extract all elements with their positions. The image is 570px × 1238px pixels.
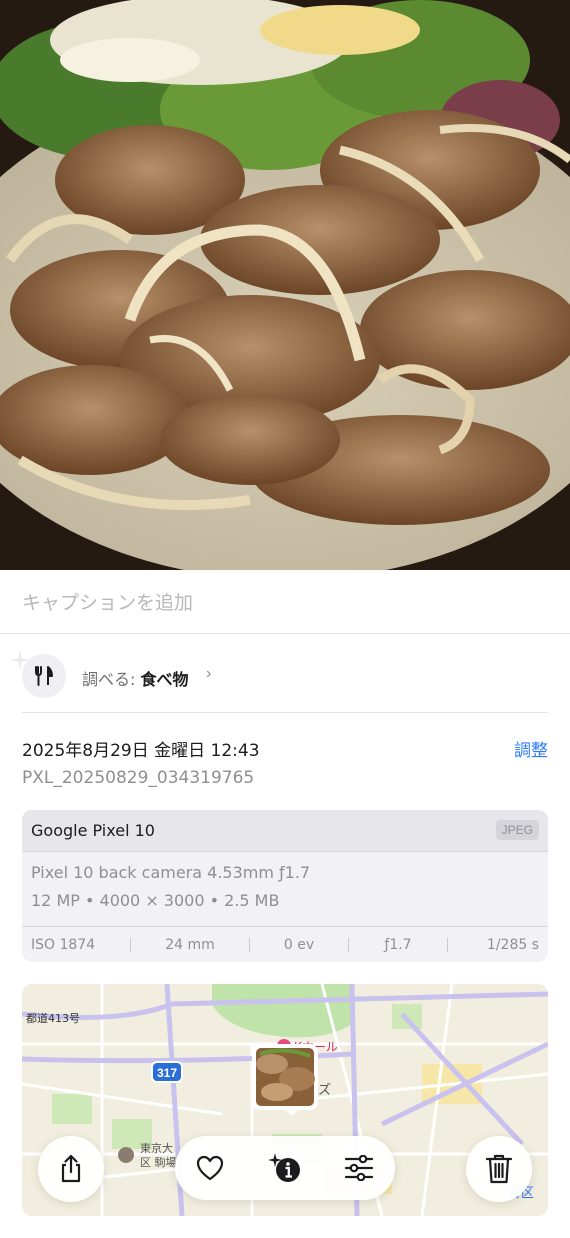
capture-datetime: 2025年8月29日 金曜日 12:43 xyxy=(22,741,260,761)
share-icon xyxy=(61,1154,81,1183)
action-toolbar xyxy=(175,1136,395,1200)
favorite-button[interactable] xyxy=(190,1148,230,1188)
poi-z-label: ズ xyxy=(318,1082,331,1098)
device-name: Google Pixel 10 xyxy=(31,821,155,840)
lookup-prefix: 調べる: xyxy=(82,670,136,689)
photo-location-pin[interactable] xyxy=(252,1044,318,1116)
sliders-icon xyxy=(344,1155,374,1181)
exif-shutter: 1/285 s xyxy=(486,936,539,953)
info-button[interactable] xyxy=(265,1148,305,1188)
divider xyxy=(22,712,548,713)
chevron-right-icon: › xyxy=(206,665,212,682)
poi-ward-label: 区 駒場 xyxy=(140,1156,177,1169)
camera-card-header: Google Pixel 10 JPEG xyxy=(22,810,548,852)
heart-icon xyxy=(196,1155,224,1181)
exif-focal-length: 24 mm xyxy=(165,936,215,953)
exif-iso: ISO 1874 xyxy=(31,936,96,953)
lookup-subject: 食べ物 xyxy=(140,670,189,689)
caption-section xyxy=(0,570,570,634)
lens-info: Pixel 10 back camera 4.53mm ƒ1.7 xyxy=(31,863,311,882)
lookup-label: 調べる: 食べ物 xyxy=(82,666,189,690)
fork-knife-icon xyxy=(22,654,66,698)
adjust-date-button[interactable]: 調整 xyxy=(514,736,548,761)
share-button[interactable] xyxy=(38,1136,104,1202)
visual-lookup-row[interactable]: 調べる: 食べ物 › xyxy=(0,634,570,714)
exif-exposure: 0 ev xyxy=(283,936,315,953)
adjust-button[interactable] xyxy=(339,1148,379,1188)
road-label: 都道413号 xyxy=(26,1011,80,1025)
exif-row: ISO 1874 24 mm 0 ev ƒ1.7 1/285 s xyxy=(22,926,548,962)
photo-viewer[interactable] xyxy=(0,0,570,570)
file-name: PXL_20250829_034319765 xyxy=(22,768,255,788)
route-badge-label: 317 xyxy=(157,1066,177,1080)
trash-icon xyxy=(485,1154,513,1184)
delete-button[interactable] xyxy=(466,1136,532,1202)
format-badge: JPEG xyxy=(495,820,539,840)
image-specs: 12 MP • 4000 × 3000 • 2.5 MB xyxy=(31,891,280,910)
caption-input[interactable] xyxy=(22,589,542,617)
sparkle-info-icon xyxy=(268,1153,300,1182)
food-photo xyxy=(0,0,570,570)
poi-university-label: 東京大 xyxy=(140,1141,173,1155)
camera-info-card: Google Pixel 10 JPEG Pixel 10 back camer… xyxy=(22,810,548,962)
exif-aperture: ƒ1.7 xyxy=(384,936,412,953)
